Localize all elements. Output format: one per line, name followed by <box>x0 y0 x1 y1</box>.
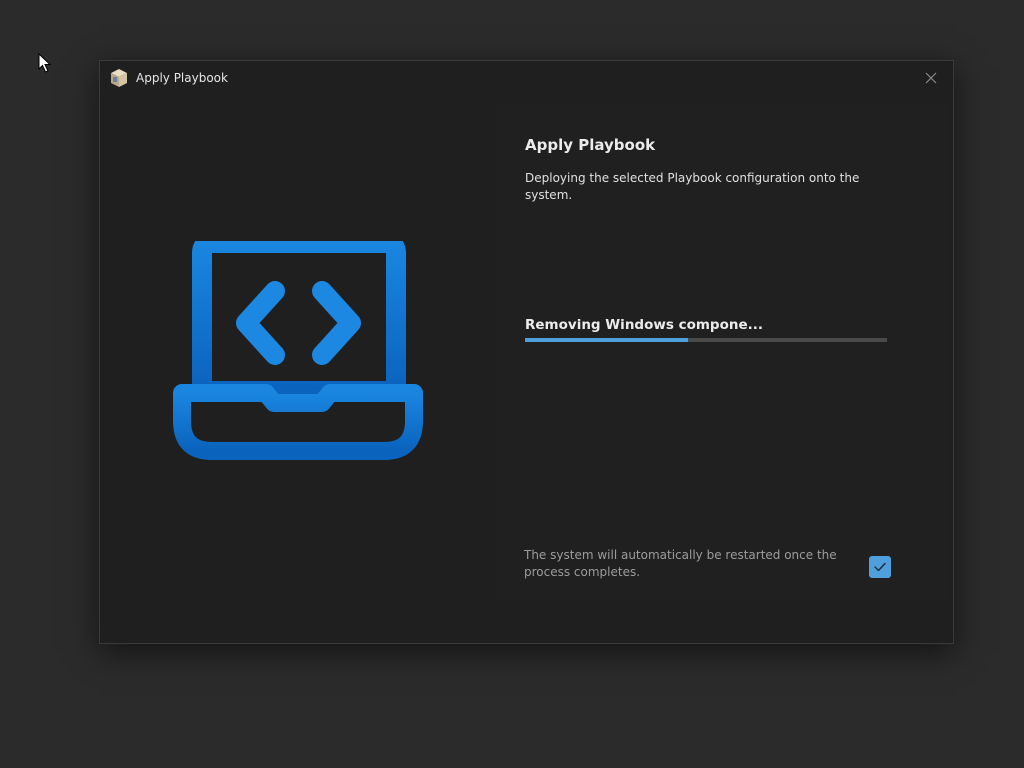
package-box-icon <box>111 69 127 87</box>
progress-bar-fill <box>525 338 688 342</box>
illustration-pane <box>100 95 495 643</box>
checkmark-icon <box>874 562 886 572</box>
page-title: Apply Playbook <box>525 136 656 154</box>
auto-restart-checkbox[interactable] <box>869 556 891 578</box>
desktop: Apply Playbook Apply Playbook Deploying … <box>0 0 1024 768</box>
progress-pane: Apply Playbook Deploying the selected Pl… <box>495 103 950 600</box>
close-icon <box>925 72 937 84</box>
description-text: Deploying the selected Playbook configur… <box>525 171 860 202</box>
close-button[interactable] <box>919 66 943 90</box>
apply-playbook-window: Apply Playbook Apply Playbook Deploying … <box>99 60 954 644</box>
restart-note: The system will automatically be restart… <box>524 548 837 579</box>
window-title: Apply Playbook <box>136 71 228 85</box>
progress-bar <box>525 338 887 342</box>
status-text: Removing Windows compone... <box>525 317 764 333</box>
title-bar[interactable]: Apply Playbook <box>100 61 953 95</box>
mouse-cursor-icon <box>38 53 52 73</box>
laptop-code-icon <box>173 241 423 460</box>
